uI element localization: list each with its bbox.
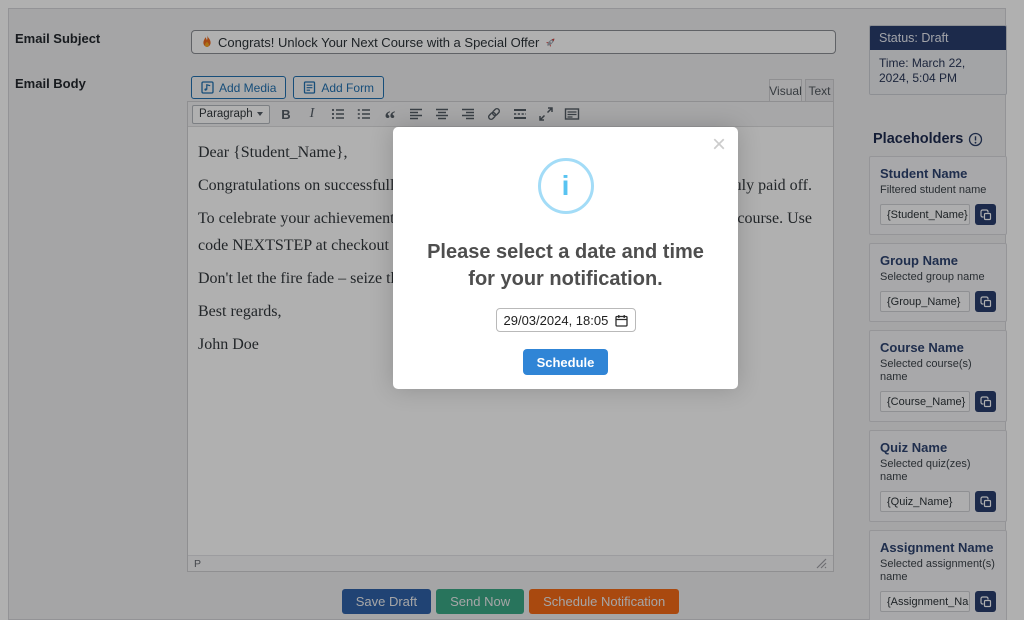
notification-editor-page: Email Subject Email Body Congrats! Unloc…: [0, 0, 1024, 620]
modal-title: Please select a date and time for your n…: [416, 239, 716, 293]
info-circle-icon: i: [538, 158, 594, 214]
schedule-button[interactable]: Schedule: [523, 349, 609, 375]
close-icon[interactable]: ×: [712, 131, 726, 159]
datetime-value: 29/03/2024, 18:05: [504, 313, 609, 328]
datetime-input[interactable]: 29/03/2024, 18:05: [496, 308, 636, 332]
calendar-icon: [615, 314, 628, 327]
schedule-modal: × i Please select a date and time for yo…: [393, 127, 738, 389]
